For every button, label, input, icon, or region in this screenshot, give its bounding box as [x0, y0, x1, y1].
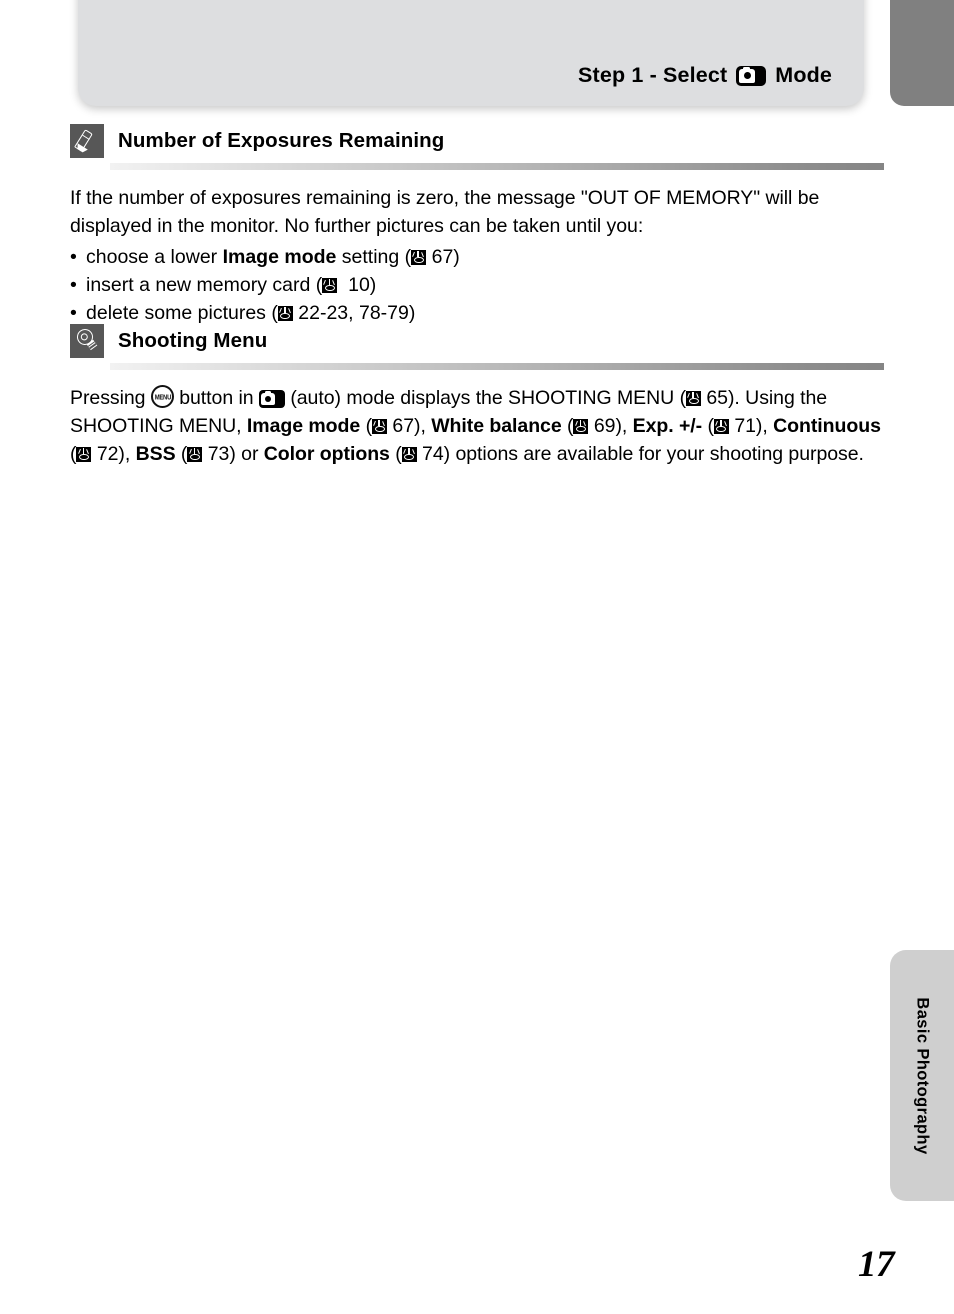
top-right-section-tab[interactable]: [890, 0, 954, 106]
para-text: (: [360, 415, 373, 437]
menu-button-icon: MENU: [150, 385, 174, 408]
para-bold-term: Continuous: [773, 415, 881, 437]
page-ref: 71: [734, 415, 756, 437]
book-reference-icon: [573, 419, 589, 434]
para-text: ),: [414, 415, 432, 437]
para-text: button in: [173, 387, 259, 409]
para-bold-term: White balance: [431, 415, 562, 437]
para-bold-term: Image mode: [246, 415, 361, 437]
book-reference-icon: [187, 447, 203, 462]
bullet-text-before: insert a new memory card (: [86, 274, 323, 296]
section-title: Shooting Menu: [118, 329, 268, 352]
list-item: • insert a new memory card ( 10): [70, 271, 884, 299]
para-bold-term: Color options: [263, 443, 390, 465]
book-reference-icon: [76, 447, 92, 462]
para-text: (: [175, 443, 188, 465]
para-text: (: [561, 415, 574, 437]
book-reference-icon: [713, 419, 729, 434]
para-text: ),: [755, 415, 774, 437]
para-text: ) or: [229, 443, 264, 465]
section-heading-row: Number of Exposures Remaining: [70, 122, 884, 160]
side-tab-label: Basic Photography: [913, 996, 932, 1155]
bullet-text-mid: setting (: [336, 246, 412, 268]
section-paragraph: Pressing MENU button in (auto) mode disp…: [70, 384, 884, 468]
lightbulb-icon: [70, 324, 104, 358]
camera-auto-icon: [258, 390, 285, 408]
page-ref: 74: [422, 443, 444, 465]
section-shooting-menu: Shooting Menu Pressing MENU button in (a…: [70, 322, 884, 468]
page-header-bar: Step 1 - Select Mode: [78, 0, 864, 106]
bullet-text-before: choose a lower: [86, 246, 223, 268]
book-reference-icon: [686, 391, 702, 406]
page-ref: 69: [593, 415, 616, 437]
bullet-text-before: delete some pictures (: [86, 302, 278, 324]
bullet-page-ref: 67: [431, 246, 454, 268]
para-text: (auto) mode displays the SHOOTING MENU (: [284, 387, 687, 409]
bullet-page-ref: 22-23, 78-79: [298, 302, 409, 324]
bullet-page-ref: 10: [348, 274, 370, 296]
para-bold-term: Exp. +/-: [632, 415, 703, 437]
section-number-of-exposures-remaining: Number of Exposures Remaining If the num…: [70, 122, 884, 327]
header-title-prefix: Step 1 - Select: [578, 63, 728, 87]
section-divider-rule: [110, 363, 884, 370]
para-text: (: [389, 443, 402, 465]
camera-auto-icon: [736, 65, 767, 86]
book-reference-icon: [322, 278, 338, 293]
section-paragraph: If the number of exposures remaining is …: [70, 187, 820, 237]
section-title: Number of Exposures Remaining: [118, 129, 445, 152]
section-heading-row: Shooting Menu: [70, 322, 884, 360]
para-bold-term: BSS: [135, 443, 176, 465]
page-ref: 73: [207, 443, 230, 465]
bullet-dot: •: [70, 246, 77, 268]
para-text: ),: [118, 443, 136, 465]
para-text: Pressing: [70, 387, 151, 409]
side-tab-basic-photography[interactable]: Basic Photography: [890, 950, 954, 1201]
para-text: ),: [615, 415, 633, 437]
book-reference-icon: [411, 250, 427, 265]
book-reference-icon: [372, 419, 388, 434]
bullet-text-after: ): [369, 274, 377, 296]
bullet-bold-term: Image mode: [222, 246, 337, 268]
page-ref: 65: [706, 387, 728, 409]
bullet-text-after: ): [408, 302, 416, 324]
pencil-icon: [70, 124, 104, 158]
para-text: (: [702, 415, 714, 437]
book-reference-icon: [277, 306, 293, 321]
para-text: ) options are available for your shootin…: [443, 443, 864, 465]
header-title-suffix: Mode: [775, 63, 832, 87]
bullet-text-after: ): [453, 246, 460, 268]
page-ref: 72: [96, 443, 119, 465]
list-item: • choose a lower Image mode setting ( 67): [70, 243, 884, 271]
page-number: 17: [858, 1244, 895, 1285]
section-divider-rule: [110, 163, 884, 170]
book-reference-icon: [401, 447, 417, 462]
bullet-dot: •: [70, 274, 77, 296]
page-ref: 67: [392, 415, 414, 437]
bullet-list: • choose a lower Image mode setting ( 67)…: [70, 243, 884, 327]
page-header-title: Step 1 - Select Mode: [578, 63, 832, 88]
